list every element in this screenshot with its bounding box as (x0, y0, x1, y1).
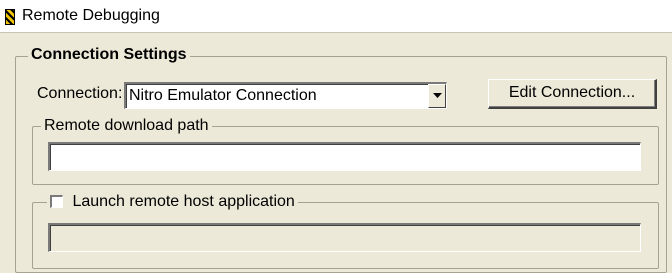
chevron-down-icon (433, 93, 442, 98)
title-bar: Remote Debugging (0, 0, 672, 33)
connection-dropdown[interactable]: Nitro Emulator Connection (124, 82, 447, 109)
launch-remote-checkbox[interactable] (50, 195, 63, 208)
remote-download-path-text[interactable] (50, 144, 640, 170)
launch-remote-path-text (50, 225, 640, 251)
launch-remote-legend: Launch remote host application (47, 193, 298, 211)
debug-hazard-icon (5, 9, 15, 25)
window-title: Remote Debugging (22, 7, 160, 24)
dropdown-arrow-button[interactable] (428, 84, 446, 108)
edit-connection-button[interactable]: Edit Connection... (488, 79, 657, 109)
launch-remote-path-input (48, 223, 641, 252)
remote-download-path-title: Remote download path (41, 117, 212, 135)
connection-label: Connection: (37, 85, 123, 102)
launch-remote-label[interactable]: Launch remote host application (72, 193, 294, 210)
connection-settings-title: Connection Settings (28, 46, 190, 64)
connection-selected-value: Nitro Emulator Connection (129, 87, 317, 104)
remote-download-path-input[interactable] (48, 142, 641, 171)
